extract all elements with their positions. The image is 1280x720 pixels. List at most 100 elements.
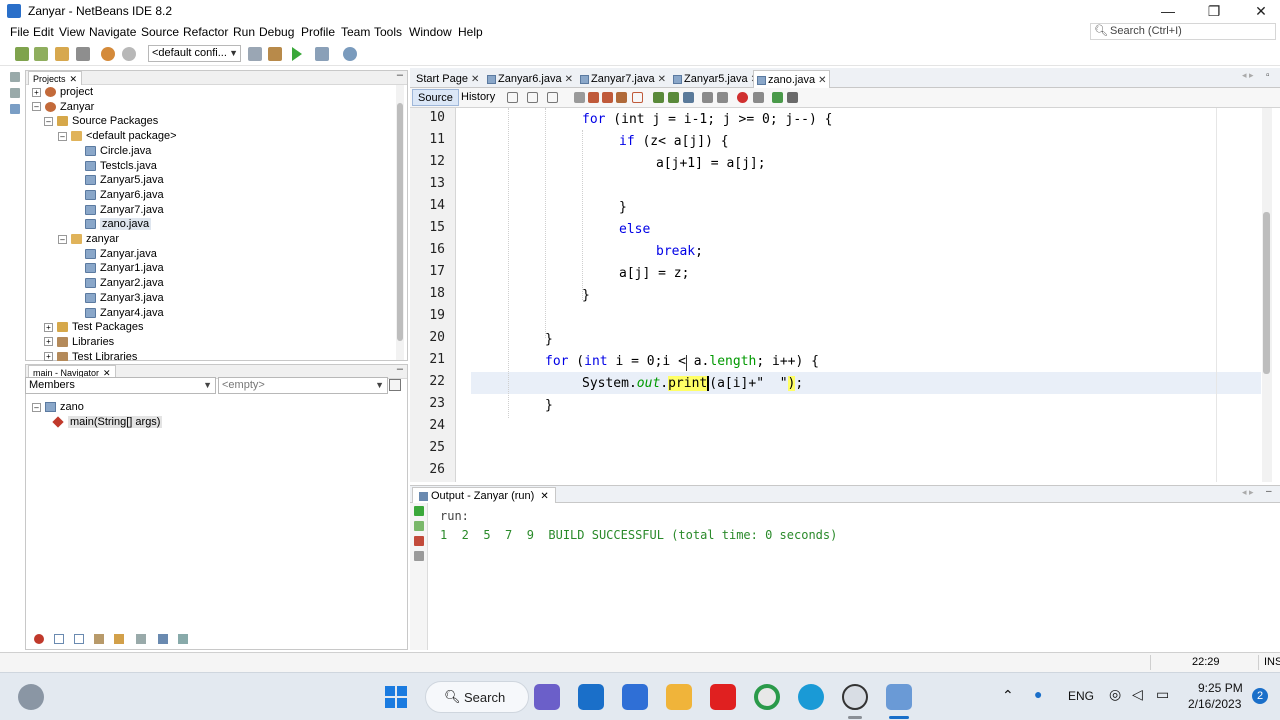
projects-scrollbar[interactable] xyxy=(396,85,404,360)
tree-item[interactable]: – <default package> xyxy=(58,129,177,144)
services-icon[interactable] xyxy=(10,88,20,98)
tree-item[interactable]: Testcls.java xyxy=(72,159,157,174)
clock-time[interactable]: 9:25 PM xyxy=(1198,681,1243,695)
menu-profile[interactable]: Profile xyxy=(301,25,335,39)
tree-item[interactable]: Zanyar5.java xyxy=(72,173,164,188)
filter-inherited-icon[interactable] xyxy=(94,634,104,644)
close-icon[interactable]: ✕ xyxy=(818,75,826,86)
sort-type-icon[interactable] xyxy=(178,634,188,644)
tree-item[interactable]: + Test Libraries xyxy=(44,350,137,361)
tree-item[interactable]: – Zanyar xyxy=(32,100,94,115)
sort-source-icon[interactable] xyxy=(158,634,168,644)
tab-zanyar5[interactable]: Zanyar5.java✕ xyxy=(670,70,762,88)
configuration-select[interactable]: <default confi... ▼ xyxy=(148,45,241,62)
menu-refactor[interactable]: Refactor xyxy=(183,25,228,39)
expand-icon[interactable]: + xyxy=(44,352,53,361)
close-icon[interactable]: ✕ xyxy=(70,74,78,84)
projects-scroll-thumb[interactable] xyxy=(397,103,403,341)
tree-item[interactable]: Zanyar2.java xyxy=(72,276,164,291)
filter-icon[interactable] xyxy=(34,634,44,644)
navigator-options-icon[interactable] xyxy=(389,379,401,391)
forward-icon[interactable] xyxy=(547,92,558,103)
collapse-icon[interactable]: – xyxy=(58,234,67,244)
tab-output[interactable]: Output - Zanyar (run) ✕ xyxy=(412,487,556,504)
filter-fields-icon[interactable] xyxy=(54,634,64,644)
netbeans-icon[interactable] xyxy=(886,684,912,710)
tab-zanyar6[interactable]: Zanyar6.java ✕ xyxy=(484,70,576,88)
menu-window[interactable]: Window xyxy=(409,25,452,39)
store-icon[interactable] xyxy=(622,684,648,710)
prev-bookmark-icon[interactable] xyxy=(653,92,664,103)
rerun-icon[interactable] xyxy=(414,506,424,516)
comment-icon[interactable] xyxy=(772,92,783,103)
menu-help[interactable]: Help xyxy=(458,25,483,39)
expand-icon[interactable]: + xyxy=(32,87,41,97)
tree-item[interactable]: + Libraries xyxy=(44,335,114,350)
menu-debug[interactable]: Debug xyxy=(259,25,294,39)
source-view-button[interactable]: Source xyxy=(412,89,459,106)
save-all-icon[interactable] xyxy=(76,47,90,61)
youtube-icon[interactable] xyxy=(710,684,736,710)
find-selection-icon[interactable] xyxy=(616,92,627,103)
navigator-root[interactable]: – zano xyxy=(32,400,84,415)
find-icon[interactable] xyxy=(574,92,585,103)
tree-item[interactable]: Zanyar4.java xyxy=(72,306,164,321)
last-edit-icon[interactable] xyxy=(507,92,518,103)
menu-team[interactable]: Team xyxy=(341,25,370,39)
minimize-pane-icon[interactable]: – xyxy=(1266,486,1272,497)
collapse-icon[interactable]: – xyxy=(32,402,41,412)
close-icon[interactable]: ✕ xyxy=(540,491,548,502)
close-icon[interactable]: ✕ xyxy=(565,74,573,85)
output-console[interactable]: run: 1 2 5 7 9 BUILD SUCCESSFUL (total t… xyxy=(428,503,1280,650)
sort-name-icon[interactable] xyxy=(136,634,146,644)
minimize-pane-icon[interactable]: – xyxy=(397,69,403,81)
tree-item[interactable]: Zanyar7.java xyxy=(72,203,164,218)
tree-item[interactable]: Zanyar6.java xyxy=(72,188,164,203)
undo-icon[interactable] xyxy=(101,47,115,61)
close-button[interactable]: ✕ xyxy=(1241,2,1280,20)
minimize-button[interactable]: — xyxy=(1148,2,1188,20)
shift-right-icon[interactable] xyxy=(717,92,728,103)
maximize-button[interactable]: ❐ xyxy=(1194,2,1234,20)
filter-static-icon[interactable] xyxy=(74,634,84,644)
network-icon[interactable]: ◎ xyxy=(1109,686,1121,703)
menu-file[interactable]: File xyxy=(10,25,29,39)
tree-item[interactable]: + project xyxy=(32,85,93,100)
code-editor[interactable]: for (int j = i-1; j >= 0; j--) { if (z< … xyxy=(457,108,1262,482)
navigator-filter-select[interactable]: Members ▼ xyxy=(25,377,216,394)
menu-edit[interactable]: Edit xyxy=(33,25,54,39)
tree-item[interactable]: – zanyar xyxy=(58,232,119,247)
find-prev-icon[interactable] xyxy=(588,92,599,103)
battery-icon[interactable]: ▭ xyxy=(1156,686,1169,703)
files-icon[interactable] xyxy=(10,72,20,82)
scroll-tabs-icon[interactable]: ◂ ▸ xyxy=(1242,70,1254,81)
history-view-button[interactable]: History xyxy=(456,89,500,106)
tab-projects[interactable]: Projects ✕ xyxy=(28,71,83,85)
back-icon[interactable] xyxy=(527,92,538,103)
tree-item[interactable]: zano.java xyxy=(72,217,152,232)
settings-icon[interactable] xyxy=(842,684,868,710)
close-icon[interactable]: ✕ xyxy=(471,74,479,85)
chrome-icon[interactable] xyxy=(754,684,780,710)
tree-item[interactable]: + Test Packages xyxy=(44,320,144,335)
build-icon[interactable] xyxy=(248,47,262,61)
menu-navigate[interactable]: Navigate xyxy=(89,25,136,39)
clean-build-icon[interactable] xyxy=(268,47,282,61)
mail-icon[interactable] xyxy=(578,684,604,710)
tree-item[interactable]: Zanyar.java xyxy=(72,247,157,262)
microphone-icon[interactable]: ● xyxy=(1034,686,1042,702)
find-next-icon[interactable] xyxy=(602,92,613,103)
language-indicator[interactable]: ENG xyxy=(1068,689,1094,703)
file-explorer-icon[interactable] xyxy=(666,684,692,710)
quick-search-input[interactable]: 🔍︎ Search (Ctrl+I) xyxy=(1090,23,1276,40)
volume-icon[interactable]: ◁ xyxy=(1132,686,1143,703)
tab-zanyar7[interactable]: Zanyar7.java ✕ xyxy=(577,70,669,88)
redo-icon[interactable] xyxy=(122,47,136,61)
menu-tools[interactable]: Tools xyxy=(374,25,402,39)
menu-view[interactable]: View xyxy=(59,25,85,39)
navigator-scope-select[interactable]: <empty> ▼ xyxy=(218,377,388,394)
filter-nonpublic-icon[interactable] xyxy=(114,634,124,644)
collapse-icon[interactable]: – xyxy=(44,116,53,126)
open-project-icon[interactable] xyxy=(55,47,69,61)
debug-icon[interactable] xyxy=(315,47,329,61)
